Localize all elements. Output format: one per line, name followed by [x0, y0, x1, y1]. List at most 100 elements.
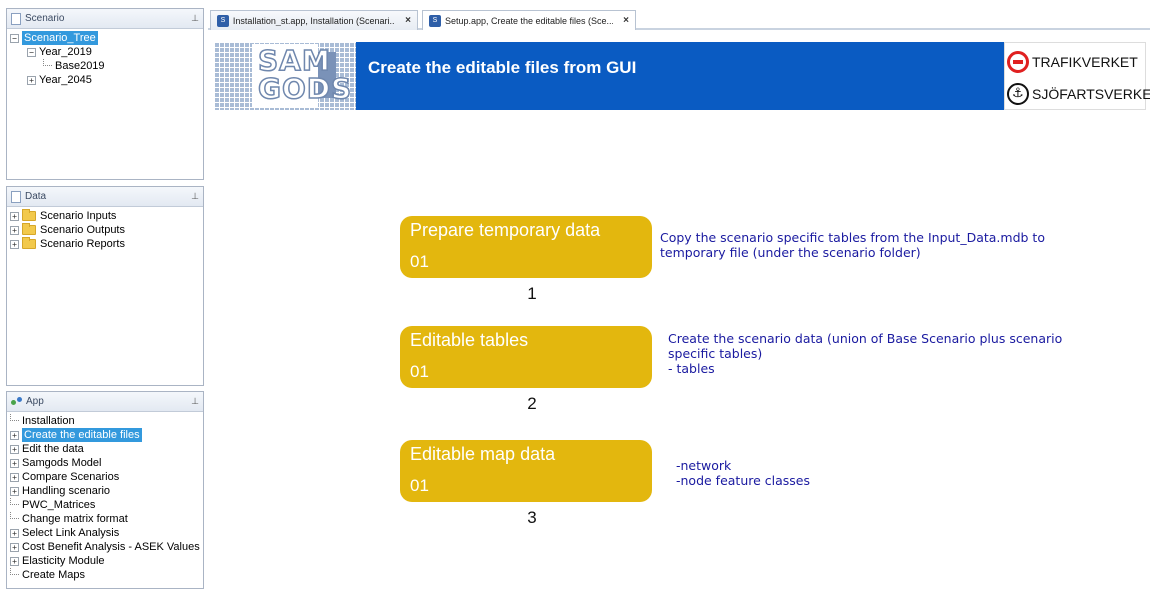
- anchor-icon: [1007, 83, 1029, 105]
- tree-item-scenario-inputs[interactable]: + Scenario Inputs: [7, 209, 203, 223]
- tree-item-year-2019[interactable]: − Year_2019: [7, 45, 203, 59]
- pin-icon[interactable]: ⊥: [191, 191, 199, 202]
- app-tree-item[interactable]: + Elasticity Module: [7, 554, 203, 568]
- step-number: 01: [410, 362, 429, 381]
- collapse-icon[interactable]: −: [27, 47, 36, 57]
- folder-icon: [22, 209, 36, 221]
- collapse-icon[interactable]: −: [10, 33, 19, 43]
- app-tree-item[interactable]: + Samgods Model: [7, 456, 203, 470]
- tree-label-year-2019[interactable]: Year_2019: [39, 45, 92, 59]
- tab-label[interactable]: Setup.app, Create the editable files (Sc…: [445, 16, 613, 26]
- expand-icon[interactable]: +: [10, 430, 19, 440]
- tree-item-base2019[interactable]: Base2019: [7, 59, 203, 73]
- app-tree-item[interactable]: Create Maps: [7, 568, 203, 582]
- tree-item-scenario-tree[interactable]: − Scenario_Tree: [7, 31, 203, 45]
- app-tree-item[interactable]: + Create the editable files: [7, 428, 203, 442]
- app-panel-title: App: [26, 396, 44, 407]
- app-tree-item-label[interactable]: Compare Scenarios: [22, 470, 119, 484]
- tree-item-year-2045[interactable]: + Year_2045: [7, 73, 203, 87]
- expand-icon[interactable]: +: [10, 225, 19, 235]
- tab-installation[interactable]: S Installation_st.app, Installation (Sce…: [210, 10, 418, 30]
- app-tree-item[interactable]: + Handling scenario: [7, 484, 203, 498]
- logo-text-gods: GODS: [257, 71, 353, 106]
- app-tree-item[interactable]: + Cost Benefit Analysis - ASEK Values: [7, 540, 203, 554]
- expand-icon[interactable]: +: [10, 486, 19, 496]
- app-icon: [11, 396, 22, 407]
- tree-label-base2019[interactable]: Base2019: [55, 59, 105, 73]
- app-tree-item-label[interactable]: Installation: [22, 414, 75, 428]
- scenario-panel: Scenario ⊥ − Scenario_Tree − Year_2019 B…: [6, 8, 204, 180]
- app-tree-item-label[interactable]: Elasticity Module: [22, 554, 105, 568]
- data-item-label[interactable]: Scenario Inputs: [40, 209, 116, 223]
- data-item-label[interactable]: Scenario Reports: [40, 237, 125, 251]
- prepare-temporary-data-button[interactable]: Prepare temporary data 01: [400, 216, 652, 278]
- scenario-tree: − Scenario_Tree − Year_2019 Base2019 + Y…: [7, 29, 203, 87]
- app-tree-item[interactable]: Installation: [7, 414, 203, 428]
- data-panel-header: Data ⊥: [7, 187, 203, 207]
- app-tree-item-label[interactable]: Create the editable files: [22, 428, 142, 442]
- expand-icon[interactable]: +: [10, 211, 19, 221]
- app-panel-header: App ⊥: [7, 392, 203, 412]
- step-label-3: 3: [527, 508, 537, 527]
- app-tree-item[interactable]: + Edit the data: [7, 442, 203, 456]
- data-item-label[interactable]: Scenario Outputs: [40, 223, 125, 237]
- scenario-panel-header: Scenario ⊥: [7, 9, 203, 29]
- expand-icon[interactable]: +: [10, 556, 19, 566]
- tree-label-year-2045[interactable]: Year_2045: [39, 73, 92, 87]
- app-panel: App ⊥ Installation + Create the editable f…: [6, 391, 204, 589]
- tab-setup[interactable]: S Setup.app, Create the editable files (…: [422, 10, 636, 30]
- scenario-panel-title: Scenario: [25, 13, 65, 24]
- close-icon[interactable]: ×: [405, 15, 411, 26]
- tree-item-scenario-reports[interactable]: + Scenario Reports: [7, 237, 203, 251]
- editable-tables-button[interactable]: Editable tables 01: [400, 326, 652, 388]
- app-file-icon: S: [217, 14, 229, 27]
- sjofartsverket-logo: SJÖFARTSVERKET: [1007, 83, 1150, 105]
- folder-icon: [22, 237, 36, 249]
- expand-icon[interactable]: +: [10, 472, 19, 482]
- step-label-1: 1: [527, 284, 537, 303]
- tree-connector: [43, 59, 52, 66]
- samgods-logo: SAM GODS: [214, 42, 356, 110]
- pin-icon[interactable]: ⊥: [191, 13, 199, 24]
- expand-icon[interactable]: +: [10, 458, 19, 468]
- tree-item-scenario-outputs[interactable]: + Scenario Outputs: [7, 223, 203, 237]
- app-tree-item-label[interactable]: Samgods Model: [22, 456, 102, 470]
- app-tree-item-label[interactable]: Create Maps: [22, 568, 85, 582]
- step-title: Prepare temporary data: [410, 220, 601, 240]
- editable-map-data-button[interactable]: Editable map data 01: [400, 440, 652, 502]
- tree-connector: [10, 414, 19, 421]
- app-tree-item[interactable]: Change matrix format: [7, 512, 203, 526]
- expand-icon[interactable]: +: [10, 528, 19, 538]
- app-tree-item-label[interactable]: Cost Benefit Analysis - ASEK Values: [22, 540, 200, 554]
- data-tree: + Scenario Inputs + Scenario Outputs + S…: [7, 207, 203, 251]
- close-icon[interactable]: ×: [623, 15, 629, 26]
- step-description-2: Create the scenario data (union of Base …: [668, 331, 1063, 376]
- app-tree-item-label[interactable]: Edit the data: [22, 442, 84, 456]
- trafikverket-logo: TRAFIKVERKET: [1007, 51, 1138, 73]
- step-title: Editable map data: [410, 444, 556, 464]
- data-icon: [11, 190, 21, 203]
- app-file-icon: S: [429, 14, 441, 27]
- app-tree-item-label[interactable]: Handling scenario: [22, 484, 110, 498]
- expand-icon[interactable]: +: [10, 444, 19, 454]
- step-description-1: Copy the scenario specific tables from t…: [660, 230, 1045, 260]
- app-tree-item[interactable]: PWC_Matrices: [7, 498, 203, 512]
- tab-label[interactable]: Installation_st.app, Installation (Scena…: [233, 16, 395, 26]
- app-tree-item-label[interactable]: Change matrix format: [22, 512, 128, 526]
- step-label-2: 2: [527, 394, 537, 413]
- app-tree-item-label[interactable]: PWC_Matrices: [22, 498, 95, 512]
- app-tree-item[interactable]: + Compare Scenarios: [7, 470, 203, 484]
- page-title: Create the editable files from GUI: [368, 58, 637, 77]
- pin-icon[interactable]: ⊥: [191, 396, 199, 407]
- scenario-icon: [11, 12, 21, 25]
- expand-icon[interactable]: +: [10, 542, 19, 552]
- app-window: Scenario ⊥ − Scenario_Tree − Year_2019 B…: [0, 0, 1150, 592]
- data-panel-title: Data: [25, 191, 47, 202]
- sjofartsverket-name: SJÖFARTSVERKET: [1032, 86, 1150, 102]
- expand-icon[interactable]: +: [27, 75, 36, 85]
- tree-label-root[interactable]: Scenario_Tree: [22, 31, 98, 45]
- app-tree-item[interactable]: + Select Link Analysis: [7, 526, 203, 540]
- folder-icon: [22, 223, 36, 235]
- app-tree-item-label[interactable]: Select Link Analysis: [22, 526, 119, 540]
- expand-icon[interactable]: +: [10, 239, 19, 249]
